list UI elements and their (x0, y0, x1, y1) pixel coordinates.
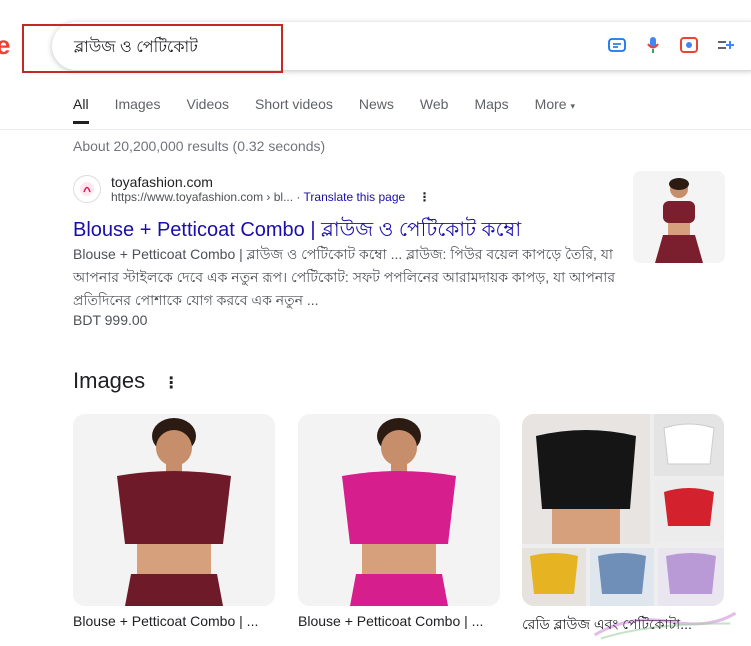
images-heading-text: Images (73, 368, 146, 393)
result-price: BDT 999.00 (73, 312, 148, 328)
search-tabs: All Images Videos Short videos News Web … (73, 96, 575, 112)
tab-news[interactable]: News (359, 96, 394, 112)
tab-videos[interactable]: Videos (186, 96, 229, 112)
watermark-logo (589, 603, 741, 643)
caret-down-icon: ▾ (570, 101, 575, 111)
translate-link[interactable]: Translate this page (304, 190, 406, 204)
tab-web[interactable]: Web (420, 96, 449, 112)
site-url-row: https://www.toyafashion.com › bl... · Tr… (111, 190, 431, 204)
keyboard-icon[interactable] (606, 34, 628, 56)
mic-icon[interactable] (642, 34, 664, 56)
site-url: https://www.toyafashion.com › bl... (111, 190, 294, 204)
highlight-box (22, 24, 283, 73)
site-favicon-icon (73, 175, 101, 203)
more-options-icon[interactable]: ⋮ (163, 375, 179, 392)
image-card[interactable] (73, 414, 275, 606)
tab-more[interactable]: More ▾ (535, 96, 575, 112)
separator: · (296, 190, 304, 204)
more-options-icon[interactable]: ⋮ (419, 190, 431, 204)
image-caption[interactable]: Blouse + Petticoat Combo | ... (298, 613, 483, 629)
tab-maps[interactable]: Maps (474, 96, 508, 112)
tab-short-videos[interactable]: Short videos (255, 96, 333, 112)
google-logo-fragment[interactable]: e (0, 30, 10, 61)
image-caption[interactable]: Blouse + Petticoat Combo | ... (73, 613, 258, 629)
search-toolbar (606, 34, 751, 56)
result-snippet: Blouse + Petticoat Combo | ব্লাউজ ও পেটি… (73, 246, 616, 308)
image-card[interactable] (522, 414, 724, 606)
site-name: toyafashion.com (111, 174, 213, 190)
images-heading: Images ⋮ (73, 368, 179, 394)
results-count: About 20,200,000 results (0.32 seconds) (73, 138, 326, 154)
ai-mode-icon[interactable] (714, 34, 736, 56)
tab-all[interactable]: All (73, 96, 89, 112)
result-thumbnail[interactable] (633, 171, 725, 263)
tab-more-label: More (534, 96, 567, 112)
image-card[interactable] (298, 414, 500, 606)
result-source[interactable]: toyafashion.com https://www.toyafashion.… (73, 174, 431, 204)
active-tab-indicator (73, 121, 89, 124)
lens-icon[interactable] (678, 34, 700, 56)
divider (0, 129, 751, 130)
tab-images[interactable]: Images (115, 96, 161, 112)
